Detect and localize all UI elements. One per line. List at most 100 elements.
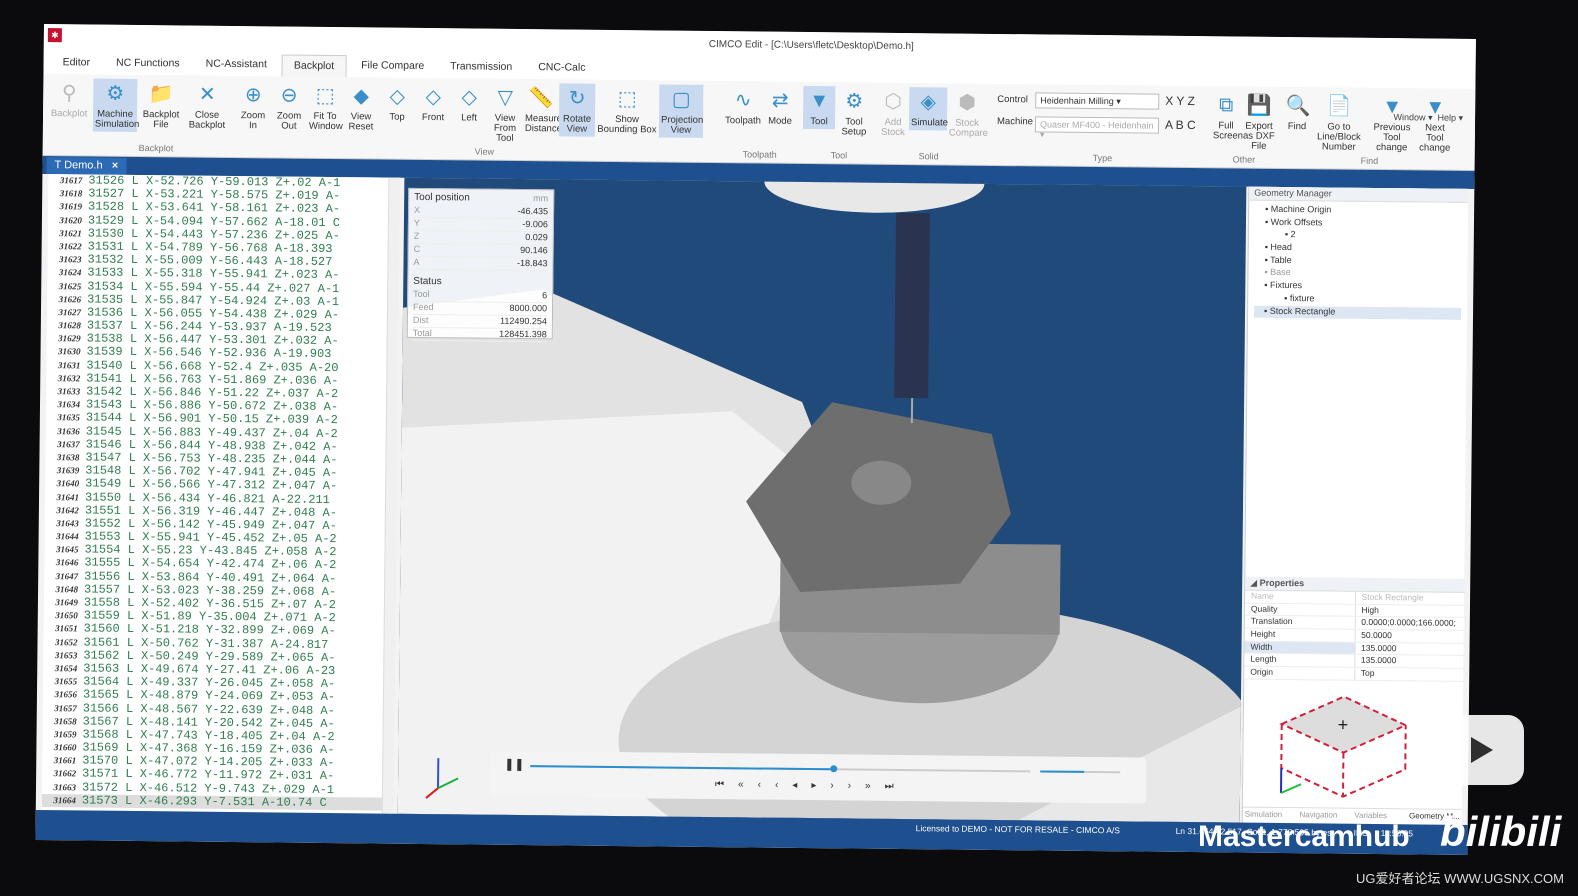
zoom-in-button[interactable]: ⊕ Zoom In bbox=[235, 80, 272, 133]
property-value[interactable]: 135.0000 bbox=[1353, 655, 1465, 669]
view-reset-button[interactable]: ◆ View Reset bbox=[343, 81, 380, 134]
export-as-dxf-file-button[interactable]: 💾 Export as DXF File bbox=[1241, 91, 1278, 154]
go-to-line-block-number-button[interactable]: 📄 Go to Line/Block Number bbox=[1311, 91, 1368, 155]
tool-button[interactable]: ▼ Tool bbox=[802, 85, 836, 130]
add-stock-button[interactable]: ⬡ Add Stock bbox=[877, 87, 910, 140]
axes-abc[interactable]: A B C bbox=[1165, 118, 1196, 132]
property-value[interactable]: Stock Rectangle bbox=[1354, 591, 1466, 605]
status-title: Status bbox=[413, 275, 442, 288]
step-back2-icon[interactable]: ‹ bbox=[775, 780, 778, 791]
tab-transmission[interactable]: Transmission bbox=[439, 56, 523, 79]
step-fwd-icon[interactable]: › bbox=[830, 780, 833, 791]
find-button[interactable]: 🔍 Find bbox=[1283, 91, 1311, 134]
control-select[interactable]: Heidenhain Milling ▾ bbox=[1035, 92, 1160, 110]
line-number: 31633 bbox=[57, 386, 81, 397]
property-value[interactable]: 50.0000 bbox=[1354, 629, 1465, 643]
top-button[interactable]: ◇ Top bbox=[379, 82, 415, 125]
play-icon[interactable]: ▸ bbox=[811, 780, 816, 791]
prev-tool-icon[interactable]: « bbox=[738, 779, 744, 790]
machine-select[interactable]: Quaser MF400 - Heidenhain ▾ bbox=[1034, 116, 1160, 139]
app-logo-icon: ✱ bbox=[47, 28, 62, 43]
line-number: 31645 bbox=[55, 544, 79, 555]
next-tool-icon[interactable]: » bbox=[865, 781, 871, 792]
tab-backplot[interactable]: Backplot bbox=[281, 54, 347, 78]
property-value[interactable]: 135.0000 bbox=[1353, 642, 1465, 656]
nc-code-editor[interactable]: 31617 31526 L X-52.726 Y-59.013 Z+.02 A-1… bbox=[41, 174, 401, 814]
line-number: 31640 bbox=[56, 478, 80, 489]
tool-icon: ▼ bbox=[809, 90, 830, 113]
close-tab-icon[interactable]: × bbox=[112, 160, 119, 172]
line-number: 31651 bbox=[55, 623, 78, 634]
tool-pos-y-label: Y bbox=[413, 217, 421, 228]
tab-editor[interactable]: Editor bbox=[51, 52, 101, 75]
simulate-button[interactable]: ◈ Simulate bbox=[908, 87, 948, 131]
mode-icon: ⇄ bbox=[771, 89, 789, 112]
line-number: 31663 bbox=[53, 781, 77, 793]
group-label: Tool bbox=[830, 150, 848, 161]
toolpath-button[interactable]: ∿ Toolpath bbox=[723, 85, 763, 128]
last-icon[interactable]: ⏭ bbox=[885, 781, 894, 792]
mode-button[interactable]: ⇄ Mode bbox=[763, 86, 797, 129]
line-number: 31644 bbox=[56, 531, 79, 542]
rotate-view-button[interactable]: ↻ Rotate View bbox=[558, 83, 596, 137]
zoom-out-button[interactable]: ⊖ Zoom Out bbox=[271, 80, 308, 133]
status-feed-label: Feed bbox=[413, 301, 434, 313]
play-back-icon[interactable]: ◂ bbox=[792, 780, 797, 791]
progress-slider[interactable] bbox=[530, 765, 1031, 773]
axes-xyz[interactable]: X Y Z bbox=[1165, 94, 1195, 108]
show-bounding-box-button[interactable]: ⬚ Show Bounding Box bbox=[595, 84, 660, 138]
measure-distance-button[interactable]: 📏 Measure Distance bbox=[523, 83, 562, 136]
group-label: Type bbox=[1092, 152, 1113, 164]
simulation-viewport[interactable]: Tool position mm X -46.435 Y -9.006 Z 0.029 C 90… bbox=[397, 177, 1247, 823]
property-value[interactable]: High bbox=[1354, 604, 1465, 618]
step-back-icon[interactable]: ‹ bbox=[758, 780, 761, 791]
line-number: 31620 bbox=[59, 214, 83, 225]
front-button[interactable]: ◇ Front bbox=[415, 82, 451, 125]
property-value[interactable]: Top bbox=[1353, 667, 1465, 681]
line-number: 31662 bbox=[53, 768, 77, 779]
projection-view-button[interactable]: ▢ Projection View bbox=[658, 84, 704, 138]
property-row[interactable]: Origin Top bbox=[1244, 666, 1465, 682]
next-tool-change-button[interactable]: ▼ Next Tool change bbox=[1415, 92, 1456, 155]
backplot-file-button[interactable]: 📁 Backplot File bbox=[139, 79, 184, 132]
line-number: 31654 bbox=[54, 663, 78, 674]
left-button[interactable]: ◇ Left bbox=[451, 82, 487, 125]
front-icon: ◇ bbox=[425, 86, 442, 109]
view-from-tool-button[interactable]: ▽ View From Tool bbox=[487, 83, 524, 146]
group-label: Find bbox=[1360, 155, 1379, 166]
first-icon[interactable]: ⏮ bbox=[715, 779, 724, 790]
forum-watermark: UG爱好者论坛 WWW.UGSNX.COM bbox=[1356, 871, 1564, 886]
status-dist-value: 112490.254 bbox=[499, 315, 547, 327]
window-menu[interactable]: Window bbox=[1393, 112, 1425, 122]
step-fwd2-icon[interactable]: › bbox=[848, 780, 851, 791]
line-number: 31634 bbox=[57, 399, 81, 410]
tab-nc-assistant[interactable]: NC-Assistant bbox=[195, 54, 278, 77]
stock-compare-button[interactable]: ⬢ Stock Compare bbox=[947, 87, 988, 140]
machine-simulation-button[interactable]: ⚙ Machine Simulation bbox=[92, 78, 139, 132]
code-line[interactable]: 31664 31573 L X-46.293 Y-7.531 A-10.74 C bbox=[41, 793, 394, 811]
tab-cnc-calc[interactable]: CNC-Calc bbox=[527, 57, 596, 80]
tool-setup-button[interactable]: ⚙ Tool Setup bbox=[837, 86, 872, 139]
pause-button[interactable]: ❚❚ bbox=[504, 757, 524, 771]
property-name: Origin bbox=[1250, 666, 1274, 678]
previous-tool-change-button[interactable]: ▼ Previous Tool change bbox=[1369, 92, 1416, 155]
tree-item[interactable]: ▪ Stock Rectangle bbox=[1253, 305, 1462, 321]
line-number: 31621 bbox=[59, 227, 82, 239]
property-value[interactable]: 0.0000;0.0000;166.0000; bbox=[1354, 617, 1465, 630]
properties-panel: ◢ Properties Name Stock Rectangle Quality H… bbox=[1243, 576, 1466, 811]
full-screen-button[interactable]: ⧉ Full Screen bbox=[1211, 90, 1243, 143]
document-tab[interactable]: T Demo.h × bbox=[46, 157, 127, 175]
zoom-in-icon: ⊕ bbox=[244, 84, 262, 107]
fit-to-window-button[interactable]: ⬚ Fit To Window bbox=[307, 81, 344, 134]
playback-bar: ❚❚ ⏮ « ‹ ‹ ◂ ▸ › › » ⏭ bbox=[489, 750, 1147, 804]
panel-tab-simulation[interactable]: Simulation bbox=[1242, 806, 1298, 822]
top-icon: ◇ bbox=[389, 85, 406, 108]
help-menu[interactable]: Help bbox=[1437, 113, 1456, 123]
line-number: 31650 bbox=[55, 610, 78, 621]
close-backplot-button[interactable]: ✕ Close Backplot bbox=[185, 79, 230, 132]
backplot-button[interactable]: ⚲ Backplot bbox=[47, 78, 91, 121]
tab-file-compare[interactable]: File Compare bbox=[350, 55, 435, 78]
line-number: 31658 bbox=[54, 715, 77, 727]
speed-slider[interactable] bbox=[1040, 770, 1121, 774]
tab-nc-functions[interactable]: NC Functions bbox=[105, 53, 191, 76]
